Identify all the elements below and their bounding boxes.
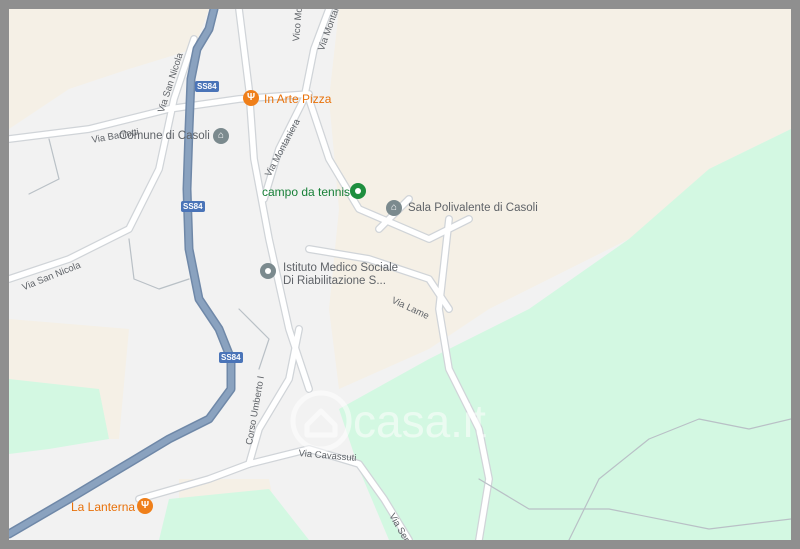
- place-label-istituto-medico-line2[interactable]: Di Riabilitazione S...: [283, 275, 386, 288]
- screenshot-frame: SS84 SS84 SS84 Via Montaniera Vico Mo Vi…: [0, 0, 800, 549]
- place-label-la-lanterna[interactable]: La Lanterna: [71, 501, 135, 513]
- building-icon[interactable]: ⌂: [386, 200, 402, 216]
- place-label-comune-di-casoli[interactable]: Comune di Casoli: [119, 130, 210, 143]
- place-label-campo-da-tennis[interactable]: campo da tennis: [262, 186, 350, 198]
- highway-shield: SS84: [219, 352, 243, 363]
- place-label-sala-polivalente[interactable]: Sala Polivalente di Casoli: [408, 202, 538, 215]
- casa-it-watermark: casa.it: [289, 381, 486, 461]
- fork-knife-icon[interactable]: Ψ: [243, 90, 259, 106]
- house-logo-icon: [290, 390, 352, 452]
- fork-knife-icon[interactable]: Ψ: [137, 498, 153, 514]
- watermark-text: casa.it: [353, 395, 486, 447]
- highway-shield: SS84: [181, 201, 205, 212]
- place-label-istituto-medico[interactable]: Istituto Medico Sociale: [283, 262, 398, 275]
- building-icon[interactable]: ⌂: [213, 128, 229, 144]
- place-label-in-arte-pizza[interactable]: In Arte Pizza: [264, 93, 331, 105]
- map-viewport[interactable]: SS84 SS84 SS84 Via Montaniera Vico Mo Vi…: [9, 9, 791, 540]
- park-area-west: [9, 379, 109, 454]
- highway-shield: SS84: [195, 81, 219, 92]
- pin-dot-icon[interactable]: [350, 183, 366, 199]
- pin-dot-icon[interactable]: [260, 263, 276, 279]
